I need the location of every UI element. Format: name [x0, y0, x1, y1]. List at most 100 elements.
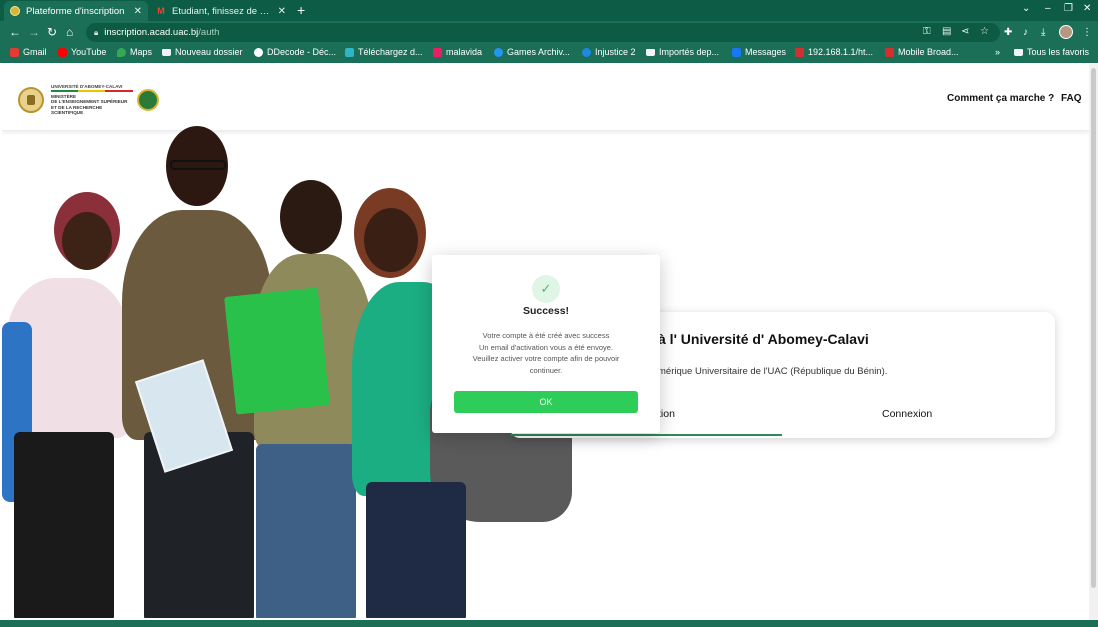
modal-line: Veuillez activer votre compte afin de po…	[472, 354, 620, 363]
extensions-icon[interactable]: ✚	[1004, 26, 1012, 39]
logo-line-university: Université d'Abomey-Calavi	[51, 84, 123, 89]
restore-button[interactable]: ❐	[1064, 3, 1073, 14]
huawei-icon	[795, 47, 804, 57]
new-tab-button[interactable]: +	[297, 2, 305, 18]
reload-icon[interactable]: ↻	[47, 24, 57, 40]
forward-arrow-icon[interactable]: →	[28, 24, 40, 40]
bookmark-label: Mobile Broad...	[898, 47, 959, 57]
bookmark-router[interactable]: 192.168.1.1/ht...	[795, 47, 873, 57]
download-site-icon	[345, 47, 354, 57]
bookmarks-overflow-button[interactable]: »	[995, 47, 1000, 57]
all-bookmarks-folder[interactable]: Tous les favoris	[1014, 47, 1089, 57]
bookmark-injustice-2[interactable]: Injustice 2	[582, 47, 636, 57]
bookmarks-bar: Gmail YouTube Maps Nouveau dossier DDeco…	[0, 44, 1098, 63]
injustice-icon	[582, 47, 591, 57]
university-logo[interactable]: Université d'Abomey-Calavi Ministère de …	[18, 84, 159, 115]
site-header: Université d'Abomey-Calavi Ministère de …	[2, 64, 1089, 131]
profile-avatar[interactable]	[1059, 25, 1073, 39]
scrollbar-thumb[interactable]	[1091, 68, 1096, 588]
logo-text: Université d'Abomey-Calavi Ministère de …	[51, 84, 133, 115]
translate-icon[interactable]: ▤	[942, 25, 951, 39]
bookmark-nouveau-dossier[interactable]: Nouveau dossier	[162, 47, 243, 57]
welcome-title: à l' Université d' Abomey-Calavi	[658, 331, 869, 347]
bookmark-label: Injustice 2	[595, 47, 636, 57]
bookmark-label: Tous les favoris	[1027, 47, 1090, 57]
university-seal-icon	[137, 88, 159, 111]
bookmark-label: Maps	[130, 47, 153, 57]
address-bar[interactable]: 🔒︎ inscription.acad.uac.bj/auth	[86, 23, 1000, 42]
bookmark-label: YouTube	[71, 47, 107, 57]
lock-icon: 🔒︎	[94, 27, 99, 37]
modal-line: continuer.	[529, 365, 563, 375]
bookmark-messages[interactable]: Messages	[732, 47, 786, 57]
tab-inscription[interactable]: tion	[658, 408, 675, 420]
bookmark-label: Téléchargez d...	[358, 47, 423, 57]
media-icon[interactable]: ♪	[1023, 26, 1028, 39]
browser-tab-strip: Plateforme d'inscription ✕ M Etudiant, f…	[0, 0, 1098, 21]
benin-flag-bar	[51, 90, 133, 93]
checkmark-icon: ✓	[532, 275, 560, 303]
share-icon[interactable]: ⋖	[961, 25, 969, 39]
back-arrow-icon[interactable]: ←	[9, 24, 21, 40]
bookmark-mobile-broadband[interactable]: Mobile Broad...	[885, 47, 959, 57]
close-tab-icon[interactable]: ✕	[278, 6, 286, 17]
modal-line: Votre compte à été créé avec success	[482, 331, 610, 340]
browser-toolbar: ← → ↻ ⌂ 🔒︎ inscription.acad.uac.bj/auth …	[0, 21, 1098, 44]
modal-message: Votre compte à été créé avec success Un …	[446, 330, 646, 376]
folder-icon	[646, 48, 655, 56]
bookmark-telechargez[interactable]: Téléchargez d...	[345, 47, 423, 57]
menu-kebab-icon[interactable]: ⋮	[1082, 26, 1092, 39]
bookmark-label: Games Archiv...	[507, 47, 570, 57]
welcome-subtitle: mérique Universitaire de l'UAC (Républiq…	[658, 366, 888, 377]
tab-gmail-etudiant[interactable]: M Etudiant, finissez de con... ✕	[150, 1, 292, 21]
downloads-icon[interactable]: ⤓	[1041, 26, 1045, 39]
bookmark-label: Importés dep...	[659, 47, 720, 57]
bookmark-importes[interactable]: Importés dep...	[646, 47, 719, 57]
close-window-button[interactable]: ✕	[1083, 3, 1091, 14]
maps-icon	[117, 47, 126, 57]
tab-search-icon[interactable]: ⌄	[1022, 3, 1030, 14]
bookmark-label: malavida	[446, 47, 483, 57]
bookmark-maps[interactable]: Maps	[117, 47, 152, 57]
bookmark-youtube[interactable]: YouTube	[58, 47, 106, 57]
success-modal: ✓ Success! Votre compte à été créé avec …	[432, 255, 660, 433]
bookmark-malavida[interactable]: malavida	[433, 47, 482, 57]
bookmark-ddecode[interactable]: DDecode - Déc...	[254, 47, 336, 57]
nav-comment-ca-marche[interactable]: Comment ça marche ?	[947, 93, 1054, 104]
youtube-icon	[58, 47, 67, 57]
logo-line-ministry-2: de l'enseignement supérieur	[51, 99, 128, 105]
bookmark-label: Nouveau dossier	[175, 47, 243, 57]
bookmark-star-icon[interactable]: ☆	[980, 25, 989, 39]
tab-title: Etudiant, finissez de con...	[172, 5, 274, 17]
close-tab-icon[interactable]: ✕	[134, 6, 142, 17]
window-bottom-border	[0, 620, 1098, 627]
minimize-button[interactable]: –	[1045, 3, 1051, 14]
bookmark-label: 192.168.1.1/ht...	[808, 47, 874, 57]
uac-seal-icon	[10, 6, 20, 16]
bookmark-games-archive[interactable]: Games Archiv...	[494, 47, 570, 57]
folder-icon	[162, 48, 171, 56]
tab-connexion[interactable]: Connexion	[882, 408, 932, 420]
modal-line: Un email d'activation vous a été envoye.	[478, 342, 613, 352]
huawei-icon	[885, 47, 894, 57]
url-host: inscription.acad.uac.bj	[104, 27, 199, 38]
gmail-icon	[10, 47, 19, 57]
bookmark-label: Gmail	[23, 47, 47, 57]
benin-crest-icon	[18, 86, 44, 113]
folder-icon	[1014, 48, 1023, 56]
ok-button[interactable]: OK	[454, 391, 638, 413]
ddecode-icon	[254, 47, 263, 57]
web-page: Université d'Abomey-Calavi Ministère de …	[2, 64, 1089, 618]
malavida-icon	[433, 47, 442, 57]
games-archive-icon	[494, 47, 503, 57]
nav-faq[interactable]: FAQ	[1061, 93, 1082, 104]
tab-plateforme-inscription[interactable]: Plateforme d'inscription ✕	[4, 1, 148, 21]
tab-title: Plateforme d'inscription	[26, 5, 125, 17]
home-icon[interactable]: ⌂	[66, 24, 73, 40]
modal-title: Success!	[522, 305, 570, 317]
bookmark-gmail[interactable]: Gmail	[10, 47, 47, 57]
key-icon[interactable]: ⚿	[923, 25, 931, 39]
logo-line-ministry-3: et de la recherche scientifique	[51, 104, 103, 115]
url-path: /auth	[198, 27, 220, 38]
facebook-icon	[732, 47, 741, 57]
